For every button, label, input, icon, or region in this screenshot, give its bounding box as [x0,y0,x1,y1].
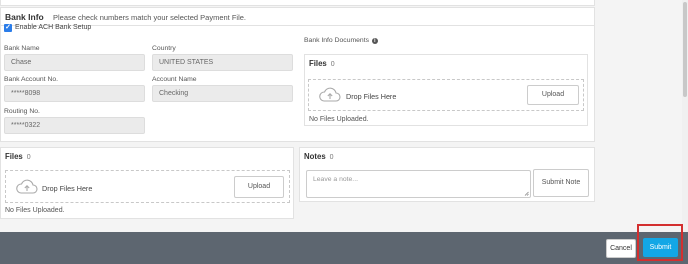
account-name-label: Account Name [152,76,197,83]
country-field: UNITED STATES [152,54,293,71]
bank-docs-drop-text: Drop Files Here [346,92,397,101]
cloud-upload-icon [16,179,38,194]
bank-name-field: Chase [4,54,145,71]
bank-docs-files-box: Files 0 Drop Files Here Upload No Files U… [304,54,588,126]
note-input[interactable]: Leave a note... [306,170,531,198]
submit-note-button[interactable]: Submit Note [533,169,589,197]
previous-panel-edge [0,0,595,6]
bank-name-label: Bank Name [4,45,40,52]
submit-highlight-box [637,224,683,261]
account-no-field: *****8098 [4,85,145,102]
files-count: 0 [26,154,31,161]
info-icon[interactable]: i [371,38,378,44]
notes-title: Notes 0 [304,152,334,161]
scrollbar-thumb[interactable] [683,2,687,97]
ach-checkbox-label[interactable]: Enable ACH Bank Setup [15,24,91,31]
bank-docs-files-title-text: Files [309,59,327,68]
notes-title-text: Notes [304,152,326,161]
bank-docs-upload-button[interactable]: Upload [527,85,579,105]
bank-info-title: Bank Info [5,12,44,22]
account-no-label: Bank Account No. [4,76,59,83]
country-label: Country [152,45,176,52]
files-title: Files 0 [5,152,31,161]
bank-docs-empty-text: No Files Uploaded. [309,116,369,123]
bank-docs-label: Bank Info Documents i [304,37,378,44]
cancel-button[interactable]: Cancel [606,239,636,258]
bank-docs-label-text: Bank Info Documents [304,37,369,44]
files-title-text: Files [5,152,23,161]
files-panel: Files 0 Drop Files Here Upload No Files U… [0,147,294,219]
resize-handle-icon[interactable] [524,191,529,196]
bank-info-note: Please check numbers match your selected… [53,13,247,22]
bank-docs-dropzone[interactable]: Drop Files Here Upload [308,79,584,111]
cloud-upload-icon [319,87,341,102]
files-drop-text: Drop Files Here [42,184,93,193]
bank-docs-files-count: 0 [330,61,335,68]
bank-docs-files-title: Files 0 [309,59,335,68]
ach-checkbox[interactable]: ✓ [4,24,12,32]
account-name-field: Checking [152,85,293,102]
routing-label: Routing No. [4,108,40,115]
files-empty-text: No Files Uploaded. [5,207,65,214]
notes-count: 0 [329,154,334,161]
files-upload-button[interactable]: Upload [234,176,284,198]
routing-field: *****0322 [4,117,145,134]
files-dropzone[interactable]: Drop Files Here Upload [5,170,290,203]
footer-bar [0,232,688,264]
scrollbar[interactable] [682,0,688,232]
